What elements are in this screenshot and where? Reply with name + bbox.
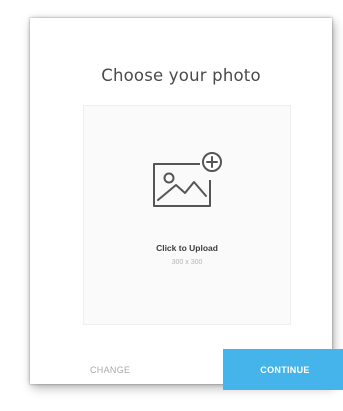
upload-label: Click to Upload: [156, 243, 218, 253]
dialog-title: Choose your photo: [101, 66, 261, 85]
upload-size-hint: 300 x 300: [171, 259, 203, 266]
change-button[interactable]: CHANGE: [90, 365, 130, 375]
choose-photo-dialog: Choose your photo Click to Upload 300 x …: [30, 18, 343, 390]
upload-dropzone[interactable]: Click to Upload 300 x 300: [83, 105, 291, 325]
continue-button[interactable]: CONTINUE: [223, 349, 343, 390]
image-add-icon: [153, 152, 222, 207]
page-background: Choose your photo Click to Upload 300 x …: [0, 0, 343, 411]
